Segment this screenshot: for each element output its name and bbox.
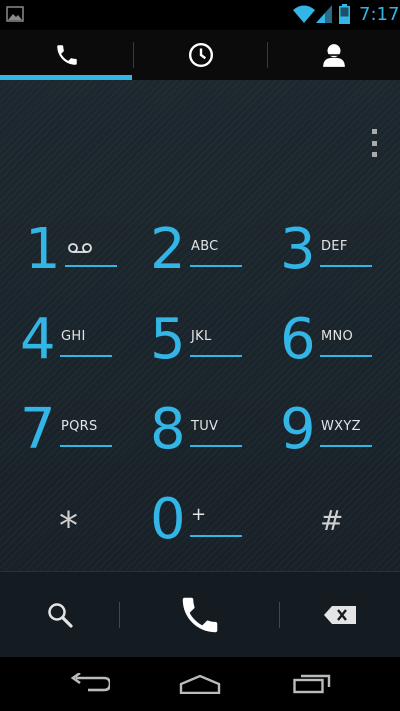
key-digit: 9: [280, 397, 316, 462]
dial-key-5[interactable]: 5 JKL: [150, 307, 260, 379]
phone-icon: [56, 45, 77, 65]
key-letters: WXYZ: [321, 419, 361, 434]
dial-key-1[interactable]: 1: [25, 217, 135, 289]
dialer-action-bar: [0, 571, 400, 658]
key-letters: GHI: [61, 329, 86, 344]
dial-key-6[interactable]: 6 MNO: [280, 307, 390, 379]
key-digit: 3: [280, 217, 316, 282]
dial-key-4[interactable]: 4 GHI: [20, 307, 130, 379]
key-digit: 0: [150, 487, 186, 552]
dial-key-2[interactable]: 2 ABC: [150, 217, 260, 289]
status-time: 7:17: [359, 4, 400, 25]
key-letters: PQRS: [61, 419, 98, 434]
key-digit: #: [320, 504, 344, 537]
key-letters: +: [191, 504, 207, 525]
dial-key-8[interactable]: 8 TUV: [150, 397, 260, 469]
key-underline: [60, 355, 112, 357]
person-icon: [323, 44, 345, 67]
battery-icon: [339, 4, 350, 24]
key-letters: JKL: [191, 329, 212, 344]
key-digit: 6: [280, 307, 316, 372]
voicemail-icon: [68, 243, 92, 253]
search-button[interactable]: [0, 572, 119, 658]
home-button[interactable]: [160, 657, 240, 711]
status-bar: 7:17: [0, 0, 400, 30]
clock-icon: [188, 42, 213, 68]
backspace-icon: [324, 606, 356, 624]
key-underline: [190, 445, 242, 447]
dial-key-star[interactable]: *: [40, 489, 150, 559]
back-button[interactable]: [50, 657, 130, 711]
dialpad-area: 1 2 ABC 3 DEF 4 GHI 5 JKL 6 MNO 7 PQRS 8…: [0, 80, 400, 571]
key-digit: 7: [20, 397, 56, 462]
key-underline: [190, 535, 242, 537]
key-underline: [190, 265, 242, 267]
home-icon: [179, 674, 221, 694]
key-letters: DEF: [321, 239, 348, 254]
dial-key-hash[interactable]: #: [300, 489, 400, 559]
backspace-button[interactable]: [280, 572, 400, 658]
key-digit: 2: [150, 217, 186, 282]
dial-key-9[interactable]: 9 WXYZ: [280, 397, 390, 469]
key-letters: MNO: [321, 329, 354, 344]
image-notification-icon: [6, 6, 24, 22]
wifi-icon: [293, 5, 315, 23]
signal-icon: [316, 5, 332, 23]
tab-call-log[interactable]: [134, 30, 267, 80]
key-underline: [190, 355, 242, 357]
key-digit: 4: [20, 307, 56, 372]
back-icon: [70, 673, 110, 692]
recent-apps-icon: [293, 674, 331, 694]
system-nav-bar: [0, 657, 400, 711]
call-icon: [182, 597, 217, 633]
key-digit: 8: [150, 397, 186, 462]
dial-key-0[interactable]: 0 +: [150, 487, 260, 559]
dial-key-7[interactable]: 7 PQRS: [20, 397, 130, 469]
key-underline: [65, 265, 117, 267]
call-button[interactable]: [120, 572, 279, 658]
key-underline: [320, 355, 372, 357]
key-digit: *: [59, 504, 78, 548]
key-underline: [320, 445, 372, 447]
search-icon: [47, 603, 73, 628]
tab-dialer[interactable]: [0, 30, 133, 80]
dial-key-3[interactable]: 3 DEF: [280, 217, 390, 289]
key-digit: 5: [150, 307, 186, 372]
key-letters: TUV: [191, 419, 219, 434]
key-underline: [320, 265, 372, 267]
tab-contacts[interactable]: [268, 30, 400, 80]
tab-bar: [0, 30, 400, 110]
key-underline: [60, 445, 112, 447]
key-letters: ABC: [191, 239, 219, 254]
overflow-menu-icon[interactable]: [368, 129, 380, 157]
key-digit: 1: [25, 217, 61, 282]
recent-apps-button[interactable]: [272, 657, 352, 711]
